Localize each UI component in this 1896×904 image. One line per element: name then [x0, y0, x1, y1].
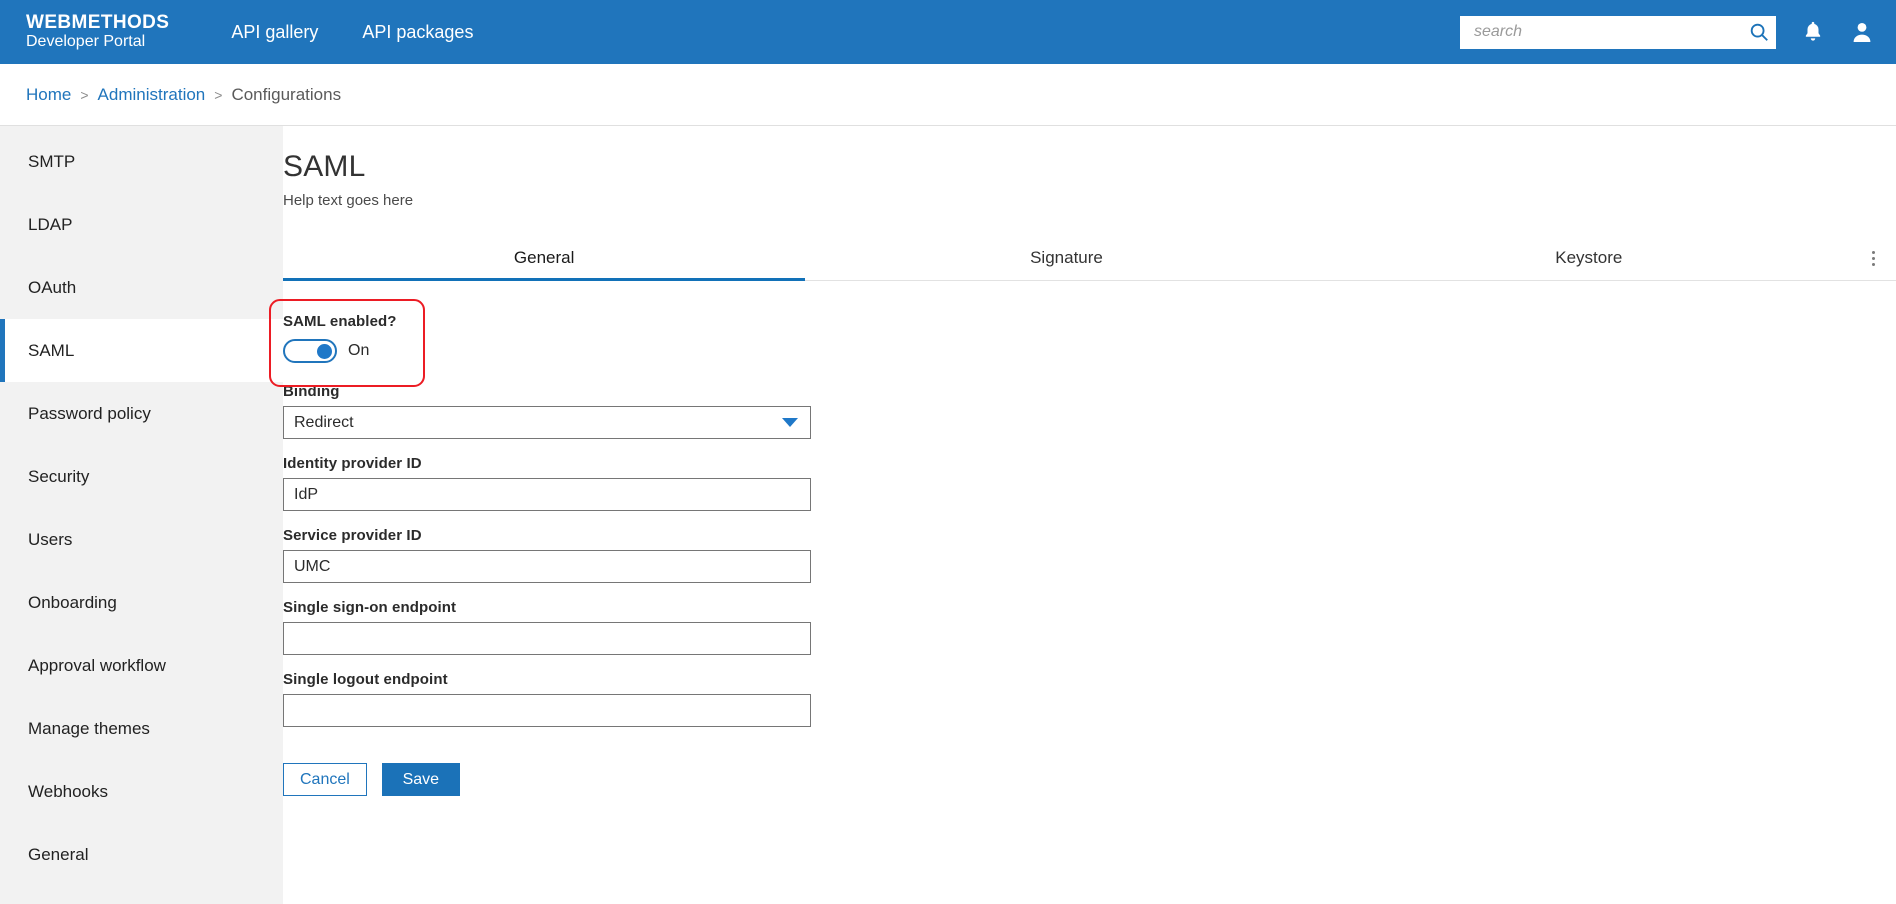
binding-selected-value: Redirect — [294, 413, 354, 431]
page-help-text: Help text goes here — [283, 192, 414, 209]
chevron-down-icon[interactable] — [782, 418, 798, 427]
primary-nav: API gallery API packages — [231, 22, 473, 43]
binding-field: Binding Redirect — [283, 383, 1896, 439]
nav-link-api-gallery[interactable]: API gallery — [231, 22, 318, 43]
toggle-knob — [317, 343, 332, 359]
binding-label: Binding — [283, 383, 340, 400]
identity-provider-id-field: Identity provider ID — [283, 455, 1896, 511]
saml-general-form: SAML enabled? On Binding Redirect Identi… — [269, 281, 1896, 796]
sidebar-item-label: General — [28, 844, 89, 864]
saml-enabled-state: On — [348, 342, 370, 359]
nav-link-api-packages[interactable]: API packages — [362, 22, 473, 43]
binding-select[interactable]: Redirect — [283, 406, 811, 439]
search-input[interactable] — [1472, 15, 1748, 49]
brand-logo[interactable]: WEBMETHODS Developer Portal — [26, 13, 169, 51]
identity-provider-id-input[interactable] — [283, 478, 811, 511]
single-signon-endpoint-input[interactable] — [283, 622, 811, 655]
service-provider-id-label: Service provider ID — [283, 527, 422, 544]
form-actions: Cancel Save — [283, 763, 1896, 796]
saml-enabled-group: SAML enabled? On — [269, 299, 1896, 387]
saml-enabled-label: SAML enabled? — [283, 313, 397, 330]
save-button[interactable]: Save — [381, 763, 460, 796]
service-provider-id-field: Service provider ID — [283, 527, 1896, 583]
breadcrumb: Home > Administration > Configurations — [0, 64, 1896, 126]
single-signon-endpoint-label: Single sign-on endpoint — [283, 599, 457, 616]
tab-label: General — [513, 248, 575, 267]
tab-label: Keystore — [1555, 248, 1623, 267]
brand-name: WEBMETHODS — [26, 12, 170, 34]
header-actions — [1460, 0, 1874, 64]
breadcrumb-item-administration[interactable]: Administration — [98, 85, 206, 105]
main-content: SAML Help text goes here General Signatu… — [0, 126, 1896, 796]
tab-keystore[interactable]: Keystore — [1328, 248, 1850, 280]
single-signon-endpoint-field: Single sign-on endpoint — [283, 599, 1896, 655]
search-icon[interactable] — [1748, 21, 1770, 43]
search-box[interactable] — [1460, 15, 1776, 49]
single-logout-endpoint-label: Single logout endpoint — [283, 671, 448, 688]
sidebar-item-general[interactable]: General — [0, 823, 283, 886]
single-logout-endpoint-field: Single logout endpoint — [283, 671, 1896, 727]
identity-provider-id-label: Identity provider ID — [283, 455, 422, 472]
saml-enabled-toggle[interactable] — [283, 339, 337, 363]
page-title: SAML — [283, 150, 366, 183]
tab-signature[interactable]: Signature — [805, 248, 1327, 280]
tab-bar: General Signature Keystore — [283, 235, 1896, 281]
single-logout-endpoint-input[interactable] — [283, 694, 811, 727]
user-icon[interactable] — [1850, 20, 1874, 44]
breadcrumb-item-configurations: Configurations — [231, 84, 342, 104]
tab-general[interactable]: General — [283, 248, 806, 281]
kebab-menu-icon[interactable] — [1869, 248, 1878, 269]
bell-icon[interactable] — [1802, 20, 1824, 44]
brand-subtitle: Developer Portal — [26, 33, 146, 51]
app-header: WEBMETHODS Developer Portal API gallery … — [0, 0, 1896, 64]
saml-enabled-row: On — [283, 339, 1896, 363]
cancel-button[interactable]: Cancel — [283, 763, 367, 796]
tab-label: Signature — [1030, 248, 1103, 267]
breadcrumb-separator: > — [80, 86, 89, 103]
breadcrumb-item-home[interactable]: Home — [26, 85, 71, 105]
service-provider-id-input[interactable] — [283, 550, 811, 583]
breadcrumb-separator: > — [214, 86, 223, 103]
